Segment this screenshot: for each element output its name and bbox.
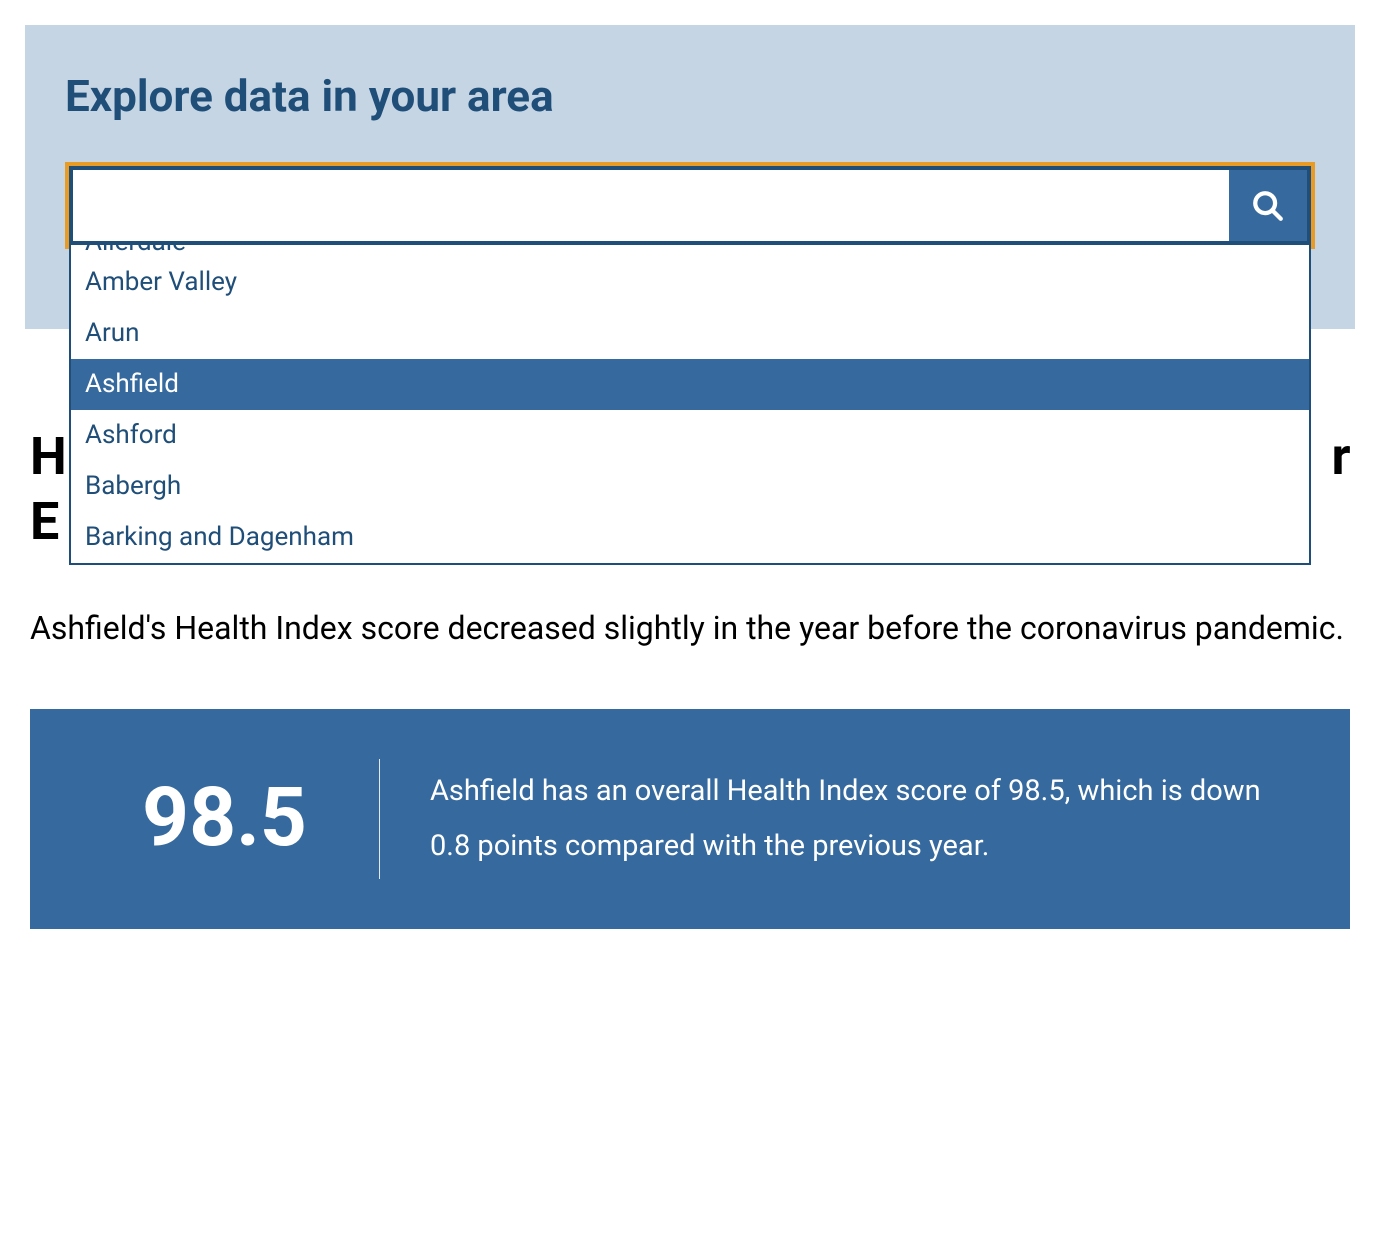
search-icon <box>1251 189 1285 223</box>
heading-line1-visible-right: r <box>1331 424 1350 489</box>
search-panel: Explore data in your area Allerdale Ambe… <box>25 25 1355 329</box>
dropdown-item-label: Amber Valley <box>85 267 237 297</box>
heading-line2-visible-left: E <box>30 489 59 554</box>
dropdown-item[interactable]: Ashford <box>71 410 1309 461</box>
area-search-input[interactable] <box>73 170 1229 241</box>
area-dropdown: Allerdale Amber Valley Arun Ashfield Ash… <box>69 245 1311 565</box>
score-panel: 98.5 Ashfield has an overall Health Inde… <box>30 709 1350 929</box>
dropdown-item-cut[interactable]: Allerdale <box>71 245 1309 257</box>
search-box <box>69 166 1311 245</box>
score-value: 98.5 <box>80 759 380 879</box>
summary-text: Ashfield's Health Index score decreased … <box>30 604 1350 654</box>
dropdown-item-label: Arun <box>85 318 139 348</box>
dropdown-item[interactable]: Babergh <box>71 461 1309 512</box>
dropdown-item[interactable]: Barking and Dagenham <box>71 512 1309 563</box>
heading-line1-visible-left: H <box>30 424 66 489</box>
dropdown-item-label: Barking and Dagenham <box>85 522 354 552</box>
search-panel-title: Explore data in your area <box>65 70 1315 122</box>
dropdown-item[interactable]: Arun <box>71 308 1309 359</box>
search-focus-ring: Allerdale Amber Valley Arun Ashfield Ash… <box>65 162 1315 249</box>
search-button[interactable] <box>1229 170 1307 241</box>
dropdown-item-label: Babergh <box>85 471 181 501</box>
dropdown-item-selected[interactable]: Ashfield <box>71 359 1309 410</box>
dropdown-item-label: Ashford <box>85 420 177 450</box>
dropdown-item-label: Allerdale <box>85 245 186 255</box>
score-description: Ashfield has an overall Health Index sco… <box>430 759 1300 879</box>
dropdown-item[interactable]: Amber Valley <box>71 257 1309 308</box>
dropdown-item-label: Ashfield <box>85 369 179 399</box>
